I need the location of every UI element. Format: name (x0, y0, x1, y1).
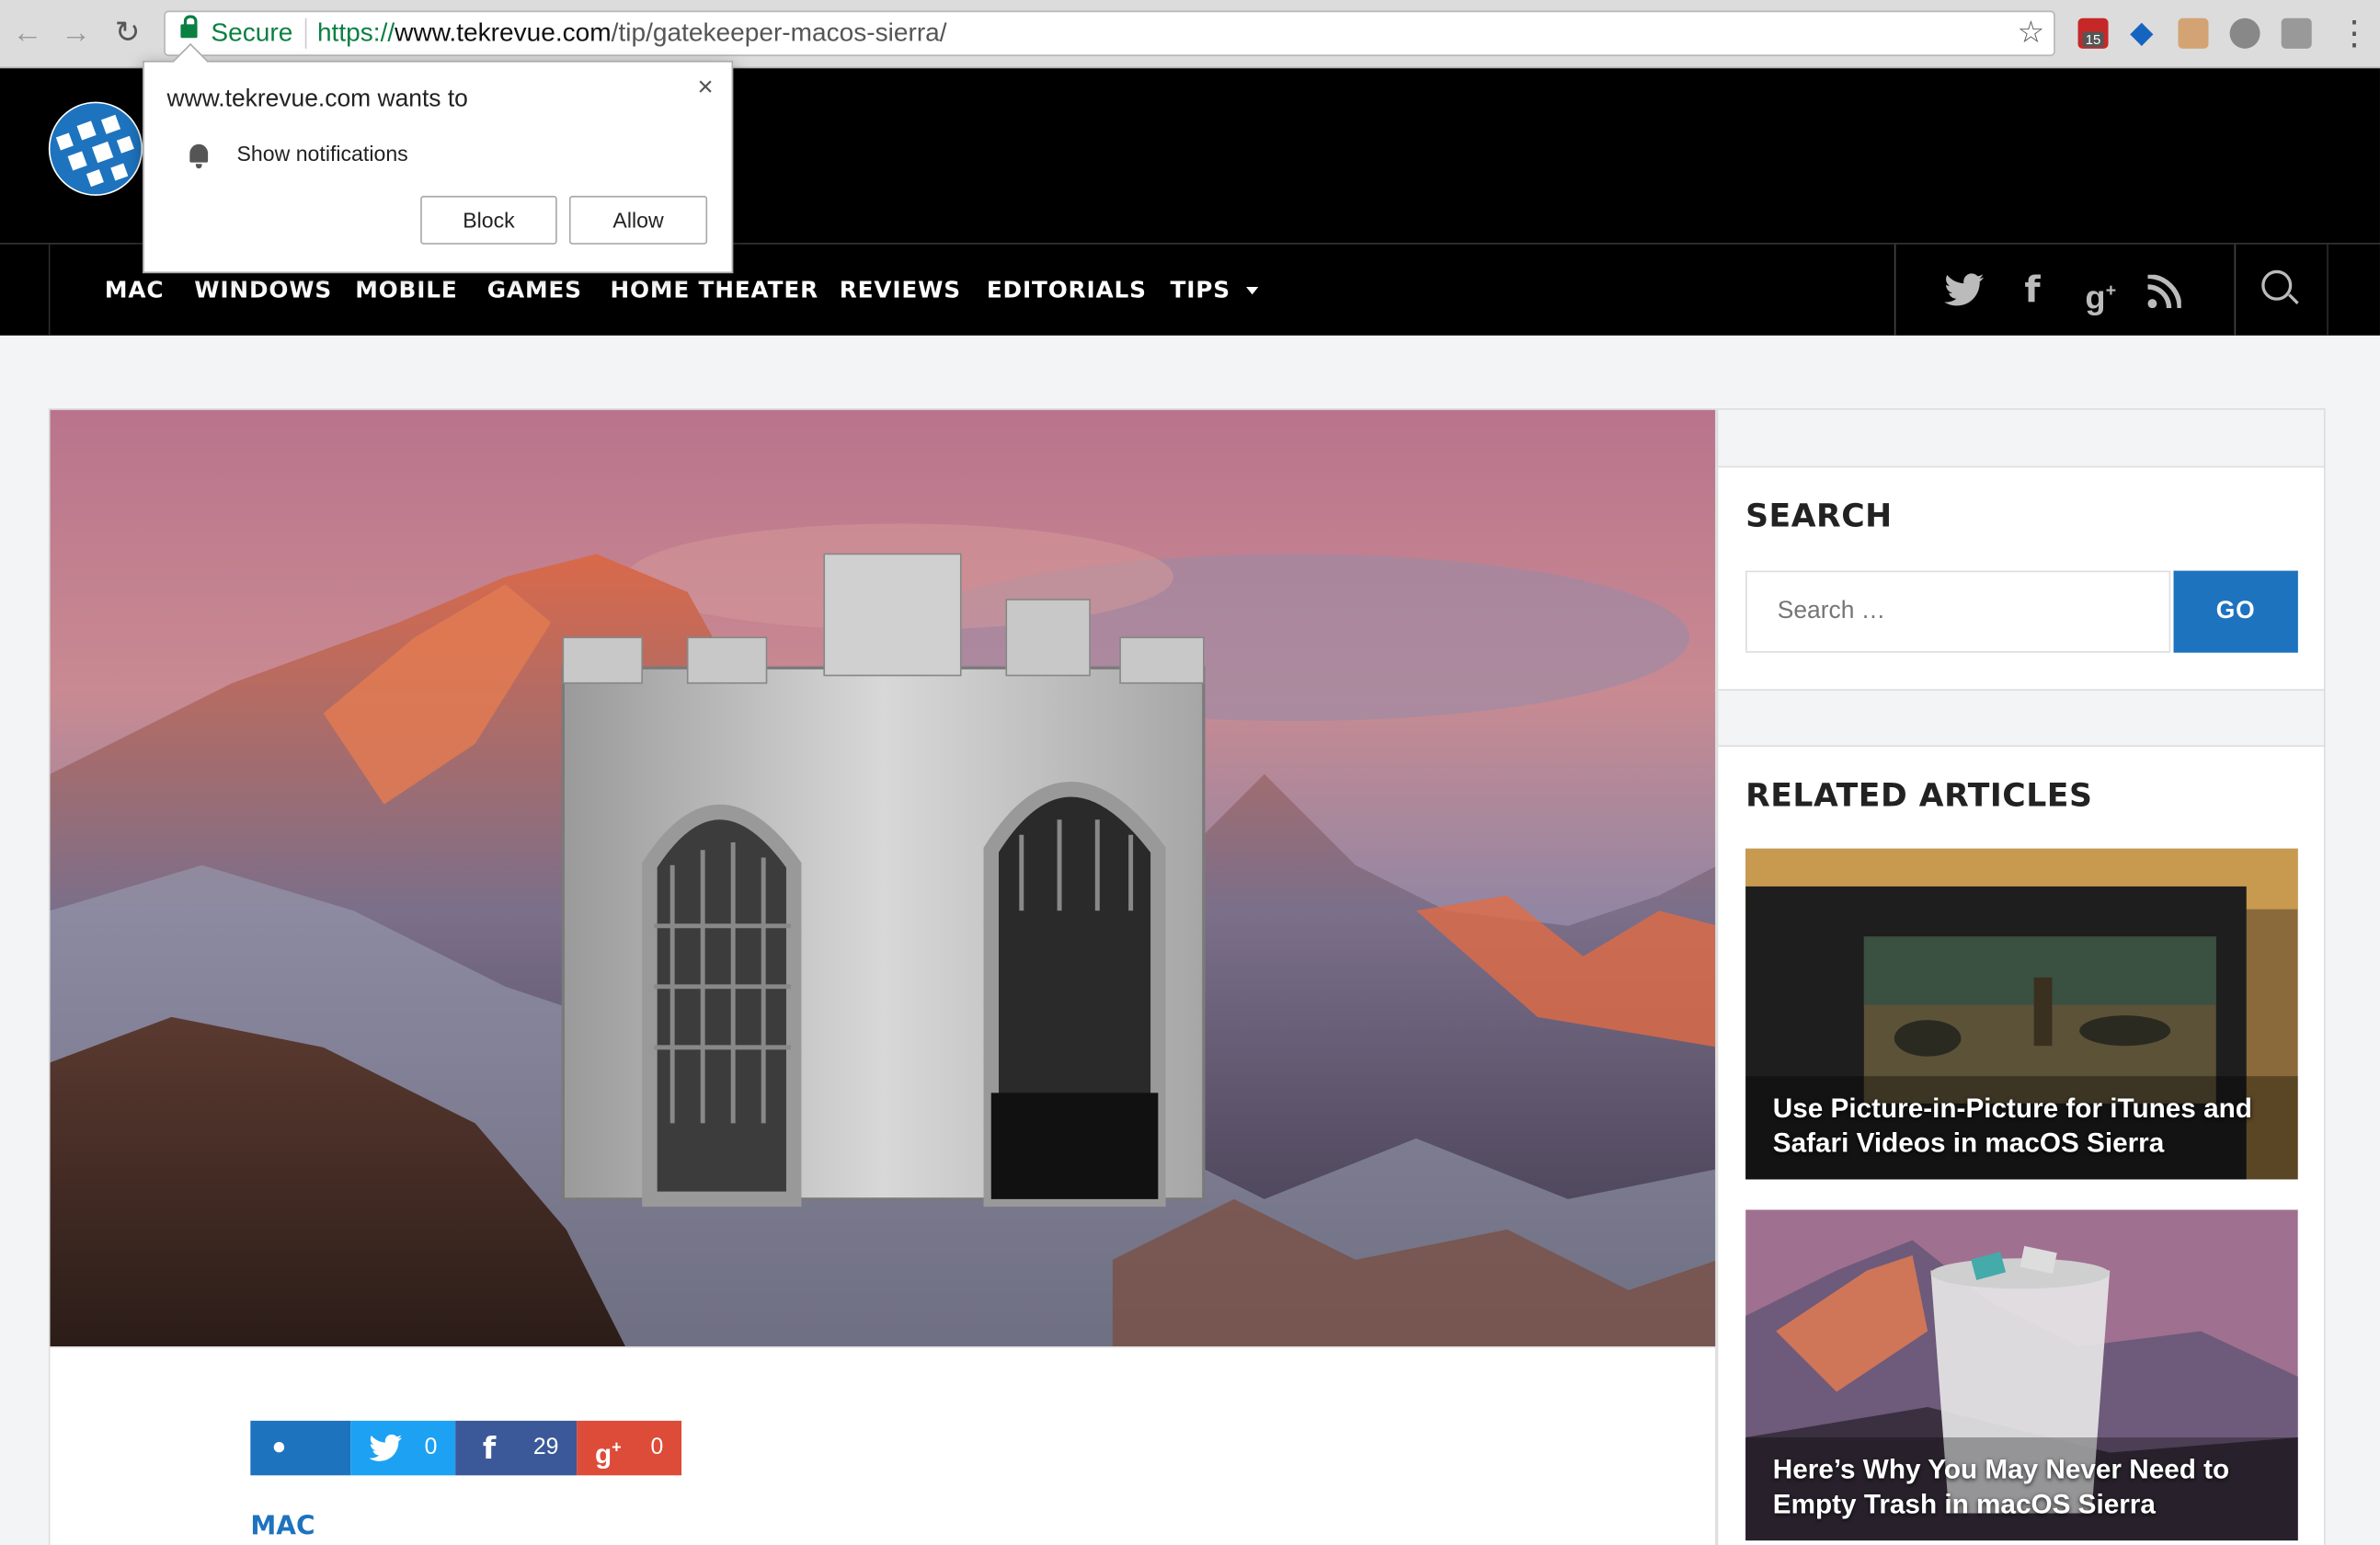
related-article-title: Use Picture-in-Picture for iTunes and Sa… (1772, 1093, 2252, 1159)
nav-item-tips-label: TIPS (1170, 276, 1230, 304)
address-bar[interactable]: Secure https://www.tekrevue.com/tip/gate… (164, 10, 2055, 57)
related-article-card[interactable]: Use Picture-in-Picture for iTunes and Sa… (1745, 848, 2298, 1180)
browser-window: ← → ↻ Secure https://www.tekrevue.com/ti… (0, 0, 2380, 1545)
block-button[interactable]: Block (420, 195, 557, 245)
url-text[interactable]: https://www.tekrevue.com/tip/gatekeeper-… (317, 12, 947, 54)
googleplus-share-button[interactable]: g+ 0 (577, 1420, 682, 1476)
secure-label: Secure (211, 17, 293, 48)
reload-icon[interactable]: ↻ (109, 16, 146, 52)
extension-gray-icon[interactable] (2281, 17, 2312, 49)
googleplus-icon[interactable]: g+ (2078, 263, 2124, 317)
extension-shield-icon[interactable] (2229, 17, 2260, 49)
article-category-link[interactable]: MAC (250, 1512, 315, 1542)
close-icon[interactable]: × (697, 72, 713, 104)
comments-share-button[interactable]: ● (250, 1420, 351, 1476)
search-widget: SEARCH GO (1718, 465, 2324, 691)
related-article-card[interactable]: Here’s Why You May Never Need to Empty T… (1745, 1209, 2298, 1541)
social-links: f g+ (1894, 244, 2237, 336)
sidebar: SEARCH GO RELATED ARTICLES Use Picture (1716, 407, 2326, 1545)
address-separator (304, 17, 307, 49)
extension-ublock-icon[interactable]: 15 (2077, 17, 2109, 49)
facebook-icon[interactable]: f (2018, 263, 2048, 317)
popup-permission-text: Show notifications (236, 141, 408, 166)
browser-menu-icon[interactable]: ⋮ (2338, 12, 2371, 54)
mountain-gatekeeper-illustration (50, 409, 1716, 1346)
hero-image (48, 407, 1717, 1348)
related-articles-widget: RELATED ARTICLES Use Picture-in-Picture … (1718, 745, 2324, 1545)
googleplus-share-icon: g+ (594, 1438, 622, 1470)
site-logo[interactable] (48, 101, 143, 196)
related-article-title: Here’s Why You May Never Need to Empty T… (1772, 1454, 2230, 1520)
allow-button[interactable]: Allow (568, 195, 708, 245)
nav-item-tips[interactable]: TIPS (1171, 245, 1258, 336)
extension-badge: 15 (2082, 31, 2104, 48)
nav-item-editorials[interactable]: EDITORIALS (987, 245, 1147, 336)
article-body: ● 0 f 29 g+ 0 MAC (48, 1347, 1717, 1545)
bookmark-star-icon[interactable]: ☆ (2018, 12, 2045, 54)
related-articles-title: RELATED ARTICLES (1745, 777, 2093, 814)
facebook-share-count: 29 (532, 1434, 559, 1460)
facebook-share-button[interactable]: f 29 (455, 1420, 578, 1476)
facebook-share-icon: f (482, 1429, 497, 1467)
twitter-share-button[interactable]: 0 (350, 1420, 456, 1476)
caret-down-icon (1245, 286, 1258, 295)
popup-title: www.tekrevue.com wants to (166, 86, 468, 113)
lock-icon (180, 15, 198, 39)
googleplus-share-count: 0 (650, 1434, 664, 1460)
url-scheme: https:// (316, 17, 395, 48)
twitter-share-icon (369, 1434, 403, 1461)
browser-toolbar: ← → ↻ Secure https://www.tekrevue.com/ti… (0, 0, 2380, 69)
extension-face-icon[interactable] (2178, 17, 2209, 49)
search-input[interactable] (1745, 570, 2171, 653)
url-path: /tip/gatekeeper-macos-sierra/ (611, 17, 947, 48)
globe-logo-icon (50, 103, 142, 195)
search-go-button[interactable]: GO (2173, 570, 2298, 653)
extension-diamond-icon[interactable]: ◆ (2126, 18, 2157, 49)
back-icon[interactable]: ← (9, 16, 46, 52)
forward-icon[interactable]: → (58, 16, 95, 52)
comment-bubble-icon: ● (271, 1434, 287, 1460)
search-widget-title: SEARCH (1745, 498, 1893, 534)
nav-item-reviews[interactable]: REVIEWS (840, 245, 961, 336)
notification-permission-popup: www.tekrevue.com wants to × Show notific… (143, 61, 734, 274)
twitter-icon[interactable] (1944, 273, 1985, 306)
twitter-share-count: 0 (424, 1434, 438, 1460)
search-icon[interactable] (2261, 269, 2293, 301)
bell-icon (189, 143, 209, 169)
rss-icon[interactable] (2147, 274, 2181, 309)
url-host: www.tekrevue.com (395, 17, 612, 48)
